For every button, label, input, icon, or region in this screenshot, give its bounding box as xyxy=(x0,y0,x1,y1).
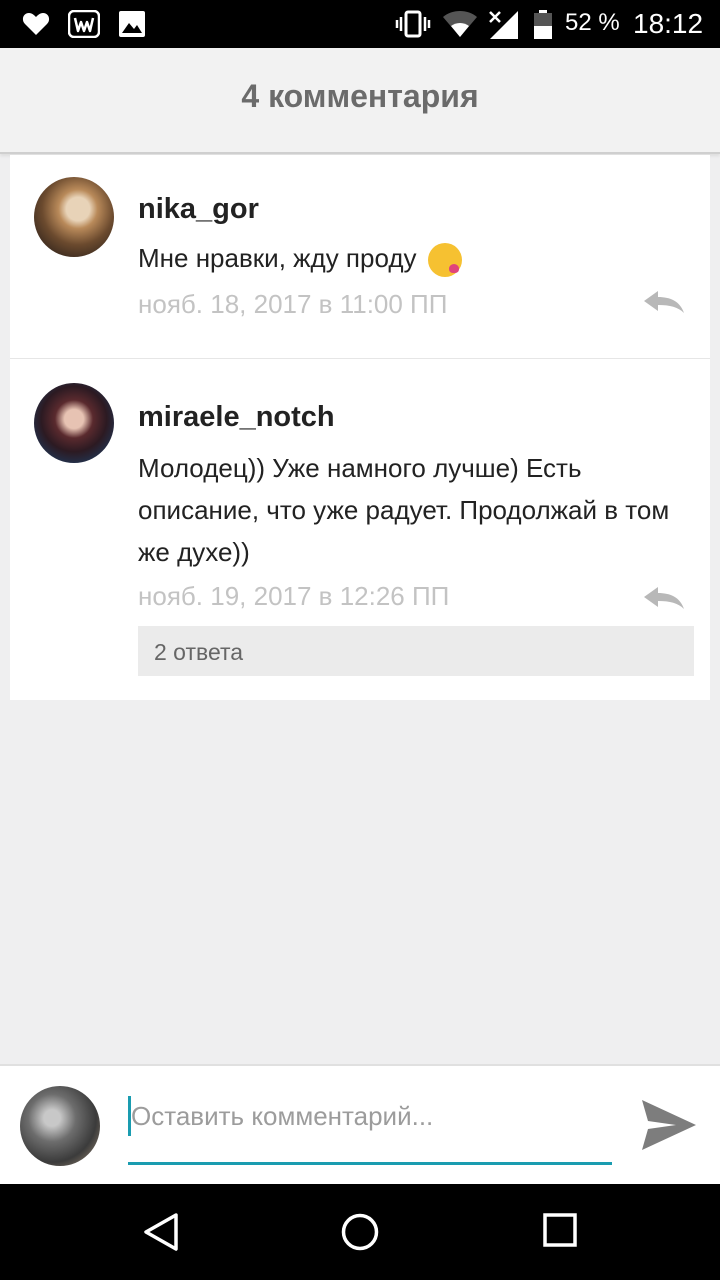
send-icon[interactable] xyxy=(640,1098,698,1152)
comment-item: miraele_notch Молодец)) Уже намного лучш… xyxy=(10,359,710,700)
recents-icon[interactable] xyxy=(542,1212,578,1248)
comment-item: nika_gor Мне нравки, жду проду нояб. 18,… xyxy=(10,155,710,359)
kissing-face-emoji-icon xyxy=(427,243,462,278)
navigation-bar xyxy=(0,1184,720,1280)
back-icon[interactable] xyxy=(142,1212,180,1252)
comment-input[interactable] xyxy=(128,1096,615,1136)
comment-author[interactable]: nika_gor xyxy=(138,193,259,226)
comment-text-body: Мне нравки, жду проду xyxy=(138,243,417,273)
reply-icon[interactable] xyxy=(642,585,686,615)
replies-label: 2 ответа xyxy=(154,639,244,665)
heart-icon xyxy=(22,13,50,35)
comment-author[interactable]: miraele_notch xyxy=(138,401,335,434)
wifi-icon xyxy=(443,11,477,37)
battery-percent: 52 % xyxy=(565,9,620,36)
avatar[interactable] xyxy=(34,177,114,257)
clock: 18:12 xyxy=(633,8,704,39)
home-icon[interactable] xyxy=(340,1212,380,1252)
comment-timestamp: нояб. 19, 2017 в 12:26 ПП xyxy=(138,581,450,611)
avatar[interactable] xyxy=(34,383,114,463)
view-replies-button[interactable]: 2 ответа xyxy=(138,626,694,676)
comment-text: Мне нравки, жду проду xyxy=(138,237,678,279)
reply-icon[interactable] xyxy=(642,289,686,319)
battery-icon xyxy=(534,10,552,39)
avatar xyxy=(20,1086,100,1166)
wattpad-w-icon xyxy=(68,10,100,38)
status-bar: 52 % 18:12 xyxy=(0,0,720,48)
header: 4 комментария xyxy=(0,48,720,154)
comment-input-bar xyxy=(0,1064,720,1186)
input-underline xyxy=(128,1162,612,1165)
signal-icon xyxy=(489,11,518,39)
comment-timestamp: нояб. 18, 2017 в 11:00 ПП xyxy=(138,289,448,319)
page-title: 4 комментария xyxy=(241,78,479,114)
comments-list: nika_gor Мне нравки, жду проду нояб. 18,… xyxy=(10,155,710,700)
vibrate-icon xyxy=(395,10,431,38)
comment-text: Молодец)) Уже намного лучше) Есть описан… xyxy=(138,453,670,567)
image-icon xyxy=(119,11,145,37)
